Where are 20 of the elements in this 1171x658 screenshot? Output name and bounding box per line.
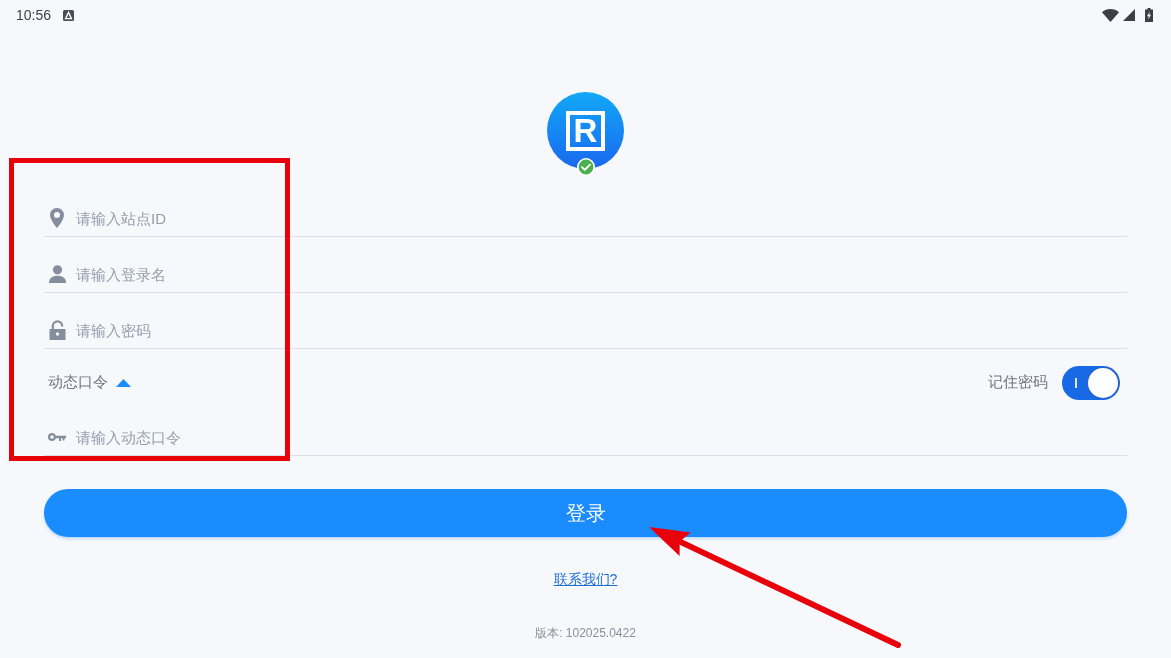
status-time: 10:56 — [16, 7, 52, 23]
lock-icon — [48, 320, 66, 340]
contact-us-link[interactable]: 联系我们? — [553, 569, 618, 589]
dynamic-code-toggle[interactable]: 动态口令 — [44, 373, 131, 392]
wifi-icon — [1102, 8, 1119, 22]
input-field[interactable]: 请输入登录名 — [76, 264, 1127, 284]
battery-charging-icon — [1145, 8, 1153, 22]
login-button[interactable]: 登录 — [44, 489, 1127, 537]
toggle-switch[interactable] — [1062, 365, 1120, 400]
version-text: 版本: 102025.0422 — [535, 625, 636, 641]
input-field[interactable]: 请输入动态口令 — [76, 427, 1127, 447]
key-icon — [48, 433, 66, 441]
signal-icon — [1123, 9, 1135, 21]
location-pin-icon — [50, 208, 64, 228]
notification-icon — [63, 9, 75, 21]
logo-letter: R — [573, 114, 598, 147]
input-field[interactable]: 请输入密码 — [76, 320, 1127, 340]
person-icon — [48, 265, 66, 283]
input-field[interactable]: 请输入站点ID — [76, 208, 1127, 228]
remember-password-label: 记住密码 — [988, 373, 1048, 392]
